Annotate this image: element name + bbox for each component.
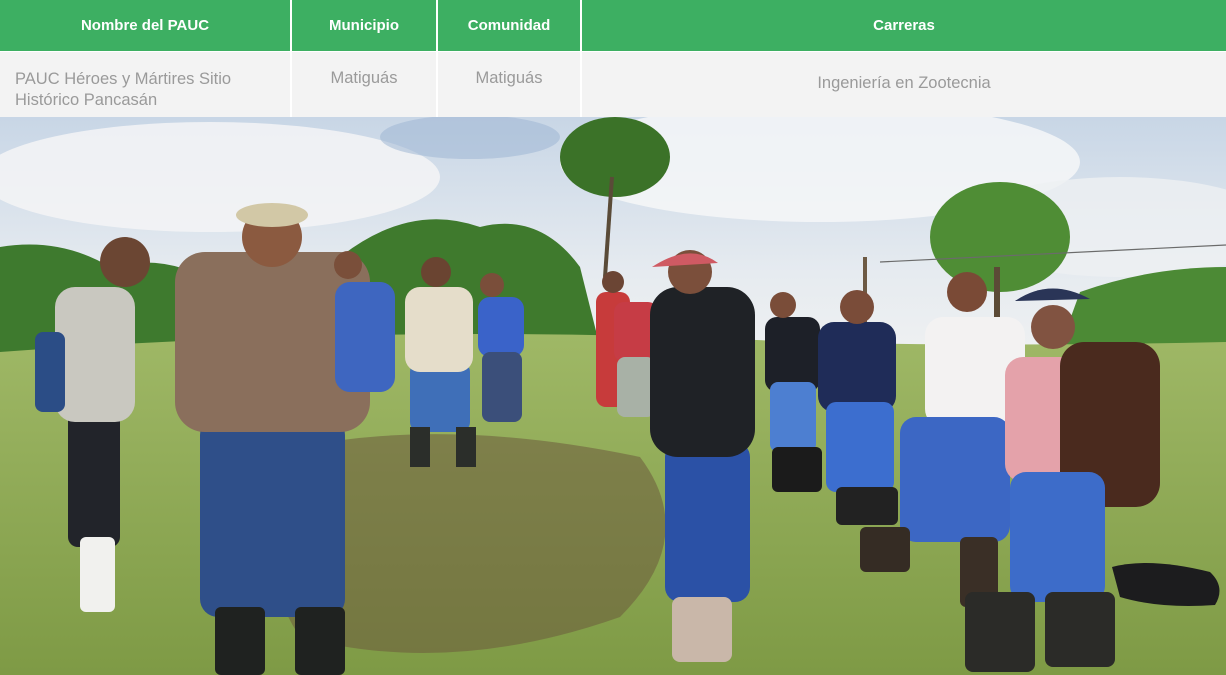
table-header: Nombre del PAUC Municipio Comunidad Carr… bbox=[0, 0, 1226, 52]
header-carreras: Carreras bbox=[582, 0, 1226, 52]
field-visit-illustration bbox=[0, 117, 1226, 675]
page: Nombre del PAUC Municipio Comunidad Carr… bbox=[0, 0, 1226, 675]
header-nombre: Nombre del PAUC bbox=[0, 0, 292, 52]
header-row: Nombre del PAUC Municipio Comunidad Carr… bbox=[0, 0, 1226, 52]
header-municipio: Municipio bbox=[292, 0, 438, 52]
header-comunidad: Comunidad bbox=[438, 0, 582, 52]
field-visit-photo bbox=[0, 117, 1226, 675]
pauc-table: Nombre del PAUC Municipio Comunidad Carr… bbox=[0, 0, 1226, 135]
